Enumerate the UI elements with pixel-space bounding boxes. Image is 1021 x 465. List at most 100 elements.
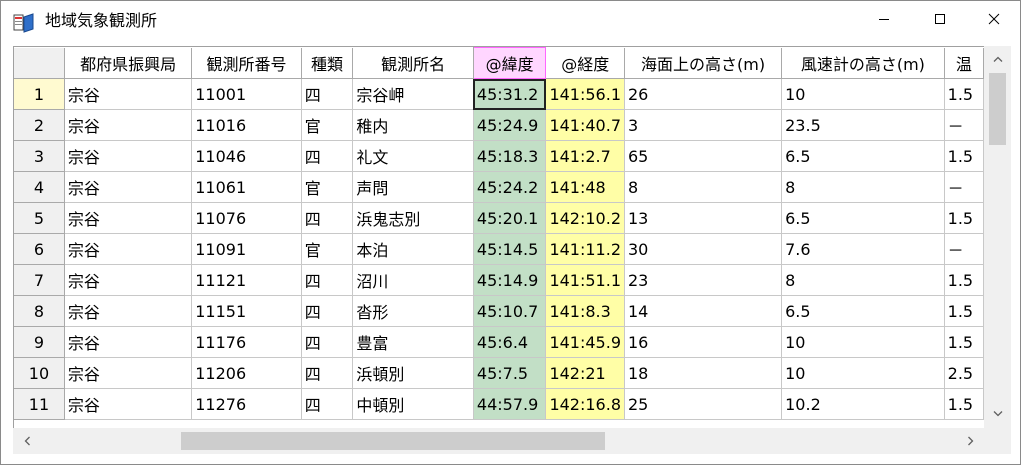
scroll-left-button[interactable] [13, 428, 40, 454]
cell-latitude[interactable]: 45:24.9 [473, 109, 547, 141]
row-header[interactable]: 9 [14, 326, 65, 358]
close-button[interactable] [971, 1, 1017, 37]
cell-thermometer[interactable]: 1.5 [944, 295, 984, 327]
cell-prefecture[interactable]: 宗谷 [64, 264, 193, 296]
cell-anemometer-height[interactable]: 7.6 [781, 233, 945, 265]
cell-station-number[interactable]: 11276 [191, 388, 302, 420]
cell-anemometer-height[interactable]: 6.5 [781, 202, 945, 234]
cell-anemometer-height[interactable]: 8 [781, 171, 945, 203]
cell-latitude[interactable]: 45:7.5 [473, 357, 547, 389]
cell-longitude[interactable]: 142:21 [545, 357, 625, 389]
cell-prefecture[interactable]: 宗谷 [64, 202, 193, 234]
cell-latitude[interactable]: 45:14.9 [473, 264, 547, 296]
cell-thermometer[interactable]: 1.5 [944, 326, 984, 358]
cell-anemometer-height[interactable]: 6.5 [781, 140, 945, 172]
cell-thermometer[interactable]: － [944, 233, 984, 265]
cell-thermometer[interactable]: 1.5 [944, 202, 984, 234]
column-header-station-number[interactable]: 観測所番号 [191, 47, 302, 79]
row-header[interactable]: 3 [14, 140, 65, 172]
cell-type[interactable]: 官 [301, 233, 354, 265]
row-header[interactable]: 11 [14, 388, 65, 420]
table-row[interactable]: 9 宗谷 11176 四豊富 45:6.4 141:45.9 16 10 1.5 [14, 326, 984, 358]
cell-station-name[interactable]: 豊富 [352, 326, 474, 358]
table-row[interactable]: 5 宗谷 11076 四浜鬼志別 45:20.1 142:10.2 13 6.5 1.5 [14, 202, 984, 234]
cell-type[interactable]: 四 [301, 357, 354, 389]
cell-latitude[interactable]: 44:57.9 [473, 388, 547, 420]
row-header[interactable]: 2 [14, 109, 65, 141]
table-row[interactable]: 7 宗谷 11121 四沼川 45:14.9 141:51.1 23 8 1.5 [14, 264, 984, 296]
cell-longitude[interactable]: 141:8.3 [545, 295, 625, 327]
cell-station-number[interactable]: 11121 [191, 264, 302, 296]
corner-cell[interactable] [14, 47, 65, 79]
row-header[interactable]: 1 [14, 78, 65, 110]
cell-elevation[interactable]: 8 [624, 171, 783, 203]
cell-station-number[interactable]: 11061 [191, 171, 302, 203]
cell-longitude[interactable]: 141:11.2 [545, 233, 625, 265]
cell-type[interactable]: 四 [301, 264, 354, 296]
vertical-scrollbar[interactable] [984, 46, 1011, 428]
row-header[interactable]: 5 [14, 202, 65, 234]
cell-type[interactable]: 四 [301, 326, 354, 358]
row-header[interactable]: 7 [14, 264, 65, 296]
table-row[interactable]: 6 宗谷 11091 官本泊 45:14.5 141:11.2 30 7.6 － [14, 233, 984, 265]
cell-elevation[interactable]: 18 [624, 357, 783, 389]
cell-prefecture[interactable]: 宗谷 [64, 140, 193, 172]
cell-station-name[interactable]: 宗谷岬 [352, 78, 474, 110]
cell-latitude[interactable]: 45:6.4 [473, 326, 547, 358]
cell-longitude[interactable]: 141:56.1 [545, 78, 625, 110]
cell-station-name[interactable]: 沓形 [352, 295, 474, 327]
cell-station-name[interactable]: 浜頓別 [352, 357, 474, 389]
cell-latitude[interactable]: 45:18.3 [473, 140, 547, 172]
cell-thermometer[interactable]: 1.5 [944, 388, 984, 420]
maximize-button[interactable] [917, 1, 963, 37]
cell-prefecture[interactable]: 宗谷 [64, 78, 193, 110]
cell-anemometer-height[interactable]: 10 [781, 357, 945, 389]
table-row[interactable]: 8 宗谷 11151 四沓形 45:10.7 141:8.3 14 6.5 1.5 [14, 295, 984, 327]
cell-latitude[interactable]: 45:24.2 [473, 171, 547, 203]
cell-station-name[interactable]: 中頓別 [352, 388, 474, 420]
cell-station-number[interactable]: 11076 [191, 202, 302, 234]
cell-anemometer-height[interactable]: 10.2 [781, 388, 945, 420]
cell-longitude[interactable]: 142:16.8 [545, 388, 625, 420]
cell-elevation[interactable]: 23 [624, 264, 783, 296]
cell-thermometer[interactable]: 1.5 [944, 140, 984, 172]
minimize-button[interactable] [861, 1, 907, 37]
cell-longitude[interactable]: 141:51.1 [545, 264, 625, 296]
cell-thermometer[interactable]: － [944, 171, 984, 203]
table-row[interactable]: 1 宗谷 11001 四宗谷岬 45:31.2 141:56.1 26 10 1.5 [14, 78, 984, 110]
cell-station-name[interactable]: 礼文 [352, 140, 474, 172]
table-row[interactable]: 10 宗谷 11206 四浜頓別 45:7.5 142:21 18 10 2.5 [14, 357, 984, 389]
cell-type[interactable]: 四 [301, 78, 354, 110]
cell-anemometer-height[interactable]: 6.5 [781, 295, 945, 327]
cell-prefecture[interactable]: 宗谷 [64, 109, 193, 141]
cell-longitude[interactable]: 141:40.7 [545, 109, 625, 141]
cell-elevation[interactable]: 30 [624, 233, 783, 265]
cell-type[interactable]: 四 [301, 140, 354, 172]
cell-elevation[interactable]: 3 [624, 109, 783, 141]
cell-prefecture[interactable]: 宗谷 [64, 295, 193, 327]
column-header-latitude[interactable]: @緯度 [472, 47, 547, 79]
cell-type[interactable]: 四 [301, 295, 354, 327]
column-header-thermometer[interactable]: 温 [944, 47, 984, 79]
cell-anemometer-height[interactable]: 10 [781, 326, 945, 358]
vertical-scroll-thumb[interactable] [989, 73, 1006, 145]
cell-type[interactable]: 官 [301, 109, 354, 141]
column-header-station-name[interactable]: 観測所名 [352, 47, 474, 79]
cell-elevation[interactable]: 65 [624, 140, 783, 172]
scroll-right-button[interactable] [957, 428, 984, 454]
cell-elevation[interactable]: 25 [624, 388, 783, 420]
cell-type[interactable]: 官 [301, 171, 354, 203]
horizontal-scrollbar[interactable] [13, 428, 984, 454]
scroll-up-button[interactable] [984, 46, 1011, 72]
cell-elevation[interactable]: 13 [624, 202, 783, 234]
cell-thermometer[interactable]: － [944, 109, 984, 141]
row-header[interactable]: 4 [14, 171, 65, 203]
cell-anemometer-height[interactable]: 23.5 [781, 109, 945, 141]
cell-station-number[interactable]: 11151 [191, 295, 302, 327]
cell-station-number[interactable]: 11206 [191, 357, 302, 389]
table-row[interactable]: 2 宗谷 11016 官稚内 45:24.9 141:40.7 3 23.5 － [14, 109, 984, 141]
table-row[interactable]: 11 宗谷 11276 四中頓別 44:57.9 142:16.8 25 10.2 1.5 [14, 388, 984, 420]
row-header[interactable]: 6 [14, 233, 65, 265]
cell-thermometer[interactable]: 1.5 [944, 78, 984, 110]
cell-thermometer[interactable]: 2.5 [944, 357, 984, 389]
